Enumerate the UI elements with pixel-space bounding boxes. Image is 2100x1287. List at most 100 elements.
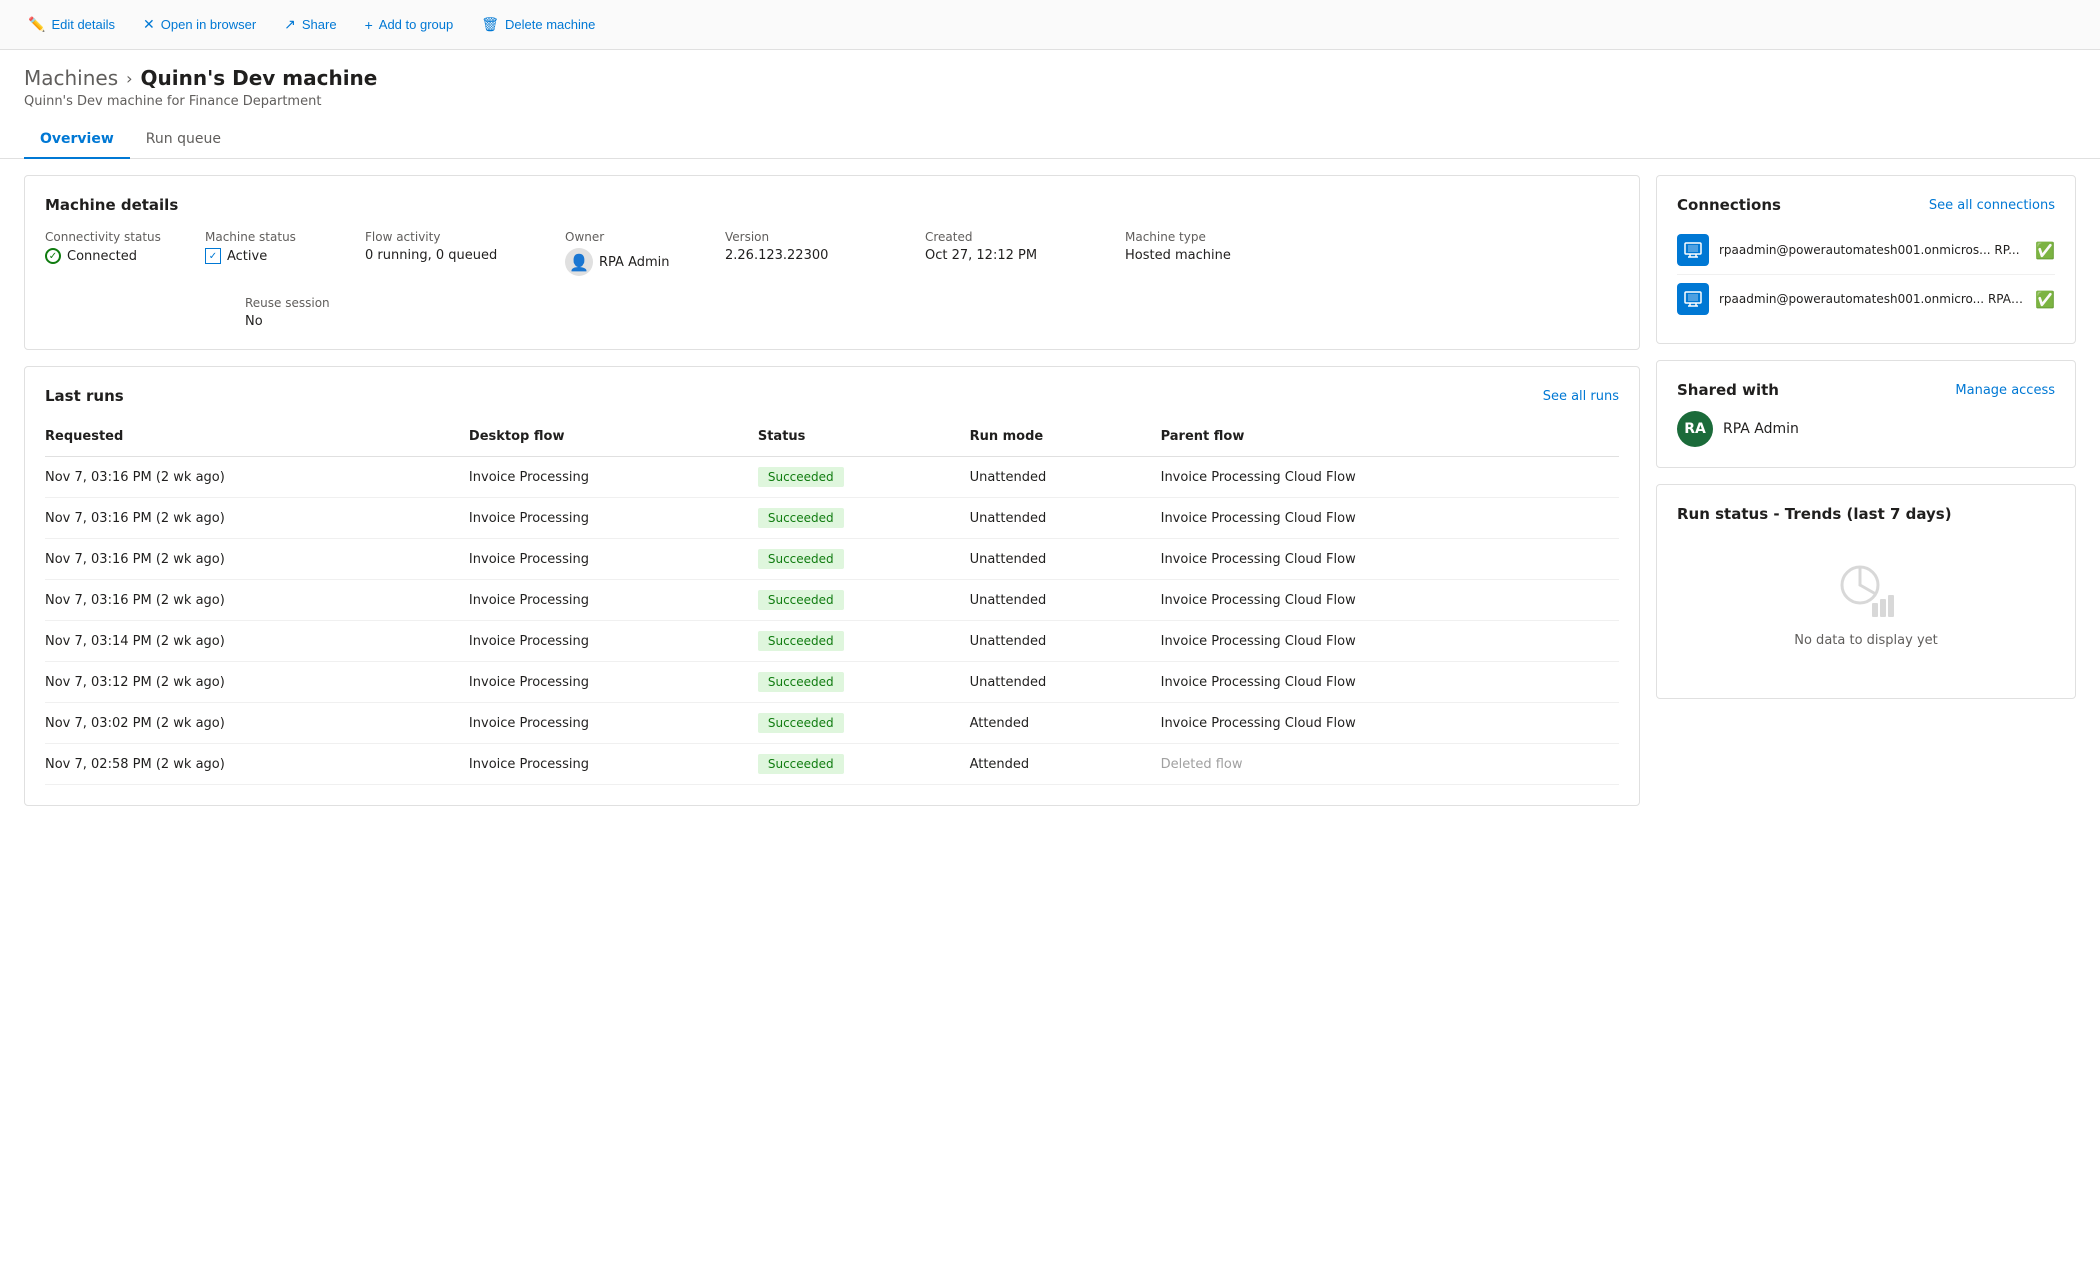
last-runs-card: Last runs See all runs Requested Desktop… (24, 366, 1640, 806)
connection-role: RPA ... (1988, 292, 2025, 306)
col-parent-flow: Parent flow (1161, 421, 1619, 457)
reuse-session-value: No (245, 314, 445, 329)
see-all-connections-link[interactable]: See all connections (1929, 198, 2055, 213)
connectivity-status-item: Connectivity status ✓ Connected (45, 230, 205, 276)
connection-icon (1677, 234, 1709, 266)
details-grid: Connectivity status ✓ Connected Machine … (45, 230, 1619, 329)
cell-parent-flow: Invoice Processing Cloud Flow (1161, 498, 1619, 539)
owner-avatar: 👤 (565, 248, 593, 276)
add-group-button[interactable]: + Add to group (353, 11, 466, 39)
trends-title: Run status - Trends (last 7 days) (1677, 505, 2055, 523)
cell-run-mode: Unattended (970, 621, 1161, 662)
machine-details-title: Machine details (45, 196, 1619, 214)
connected-icon: ✓ (45, 248, 61, 264)
version-item: Version 2.26.123.22300 (725, 230, 925, 276)
cell-run-mode: Unattended (970, 580, 1161, 621)
connection-email: rpaadmin@powerautomatesh001.onmicros... … (1719, 243, 2025, 257)
table-row[interactable]: Nov 7, 03:16 PM (2 wk ago) Invoice Proce… (45, 539, 1619, 580)
col-desktop-flow: Desktop flow (469, 421, 758, 457)
created-item: Created Oct 27, 12:12 PM (925, 230, 1125, 276)
cell-desktop-flow: Invoice Processing (469, 457, 758, 498)
connection-text: rpaadmin@powerautomatesh001.onmicro... R… (1719, 292, 2025, 306)
delete-machine-button[interactable]: 🗑 Delete machine (469, 10, 607, 39)
cell-status: Succeeded (758, 580, 970, 621)
machine-status-value: ✓ Active (205, 248, 365, 264)
tab-run-queue[interactable]: Run queue (130, 121, 237, 159)
cell-parent-flow: Invoice Processing Cloud Flow (1161, 539, 1619, 580)
table-row[interactable]: Nov 7, 03:02 PM (2 wk ago) Invoice Proce… (45, 703, 1619, 744)
breadcrumb-current: Quinn's Dev machine (141, 66, 378, 90)
left-column: Machine details Connectivity status ✓ Co… (24, 175, 1640, 806)
machine-details-card: Machine details Connectivity status ✓ Co… (24, 175, 1640, 350)
status-badge: Succeeded (758, 508, 844, 528)
shared-with-card: Shared with Manage access RA RPA Admin (1656, 360, 2076, 468)
table-header-row: Requested Desktop flow Status Run mode P… (45, 421, 1619, 457)
tab-overview[interactable]: Overview (24, 121, 130, 159)
connection-item: rpaadmin@powerautomatesh001.onmicros... … (1677, 226, 2055, 275)
cell-requested: Nov 7, 03:16 PM (2 wk ago) (45, 539, 469, 580)
connections-header: Connections See all connections (1677, 196, 2055, 214)
edit-icon: ✏️ (28, 16, 45, 33)
table-row[interactable]: Nov 7, 03:16 PM (2 wk ago) Invoice Proce… (45, 580, 1619, 621)
flow-activity-value: 0 running, 0 queued (365, 248, 565, 263)
owner-item: Owner 👤 RPA Admin (565, 230, 725, 276)
cell-status: Succeeded (758, 498, 970, 539)
status-badge: Succeeded (758, 467, 844, 487)
cell-run-mode: Unattended (970, 457, 1161, 498)
connection-text: rpaadmin@powerautomatesh001.onmicros... … (1719, 243, 2025, 257)
cell-desktop-flow: Invoice Processing (469, 744, 758, 785)
machine-status-item: Machine status ✓ Active (205, 230, 365, 276)
cell-status: Succeeded (758, 539, 970, 580)
flow-activity-label: Flow activity (365, 230, 565, 244)
cell-requested: Nov 7, 02:58 PM (2 wk ago) (45, 744, 469, 785)
owner-value: 👤 RPA Admin (565, 248, 725, 276)
cell-desktop-flow: Invoice Processing (469, 498, 758, 539)
cell-requested: Nov 7, 03:02 PM (2 wk ago) (45, 703, 469, 744)
add-icon: + (365, 17, 373, 33)
cell-status: Succeeded (758, 457, 970, 498)
cell-run-mode: Attended (970, 703, 1161, 744)
cell-status: Succeeded (758, 744, 970, 785)
connection-status-icon: ✅ (2035, 241, 2055, 260)
table-row[interactable]: Nov 7, 03:14 PM (2 wk ago) Invoice Proce… (45, 621, 1619, 662)
breadcrumb-parent: Machines (24, 66, 118, 90)
owner-label: Owner (565, 230, 725, 244)
delete-icon: 🗑 (481, 16, 499, 33)
see-all-runs-link[interactable]: See all runs (1543, 389, 1619, 404)
cell-run-mode: Unattended (970, 662, 1161, 703)
last-runs-header: Last runs See all runs (45, 387, 1619, 405)
owner-avatar-icon: 👤 (569, 253, 589, 272)
col-requested: Requested (45, 421, 469, 457)
table-row[interactable]: Nov 7, 03:12 PM (2 wk ago) Invoice Proce… (45, 662, 1619, 703)
reuse-session-item: Reuse session No (245, 296, 445, 329)
no-data-container: No data to display yet (1677, 531, 2055, 678)
toolbar: ✏️ Edit details ✕ Open in browser ↗ Shar… (0, 0, 2100, 50)
open-browser-button[interactable]: ✕ Open in browser (131, 10, 268, 39)
edit-details-button[interactable]: ✏️ Edit details (16, 10, 127, 39)
table-row[interactable]: Nov 7, 03:16 PM (2 wk ago) Invoice Proce… (45, 457, 1619, 498)
table-row[interactable]: Nov 7, 03:16 PM (2 wk ago) Invoice Proce… (45, 498, 1619, 539)
user-name: RPA Admin (1723, 421, 1799, 437)
cell-requested: Nov 7, 03:16 PM (2 wk ago) (45, 498, 469, 539)
manage-access-link[interactable]: Manage access (1955, 383, 2055, 398)
share-button[interactable]: ↗ Share (272, 10, 348, 39)
share-icon: ↗ (284, 16, 296, 33)
created-label: Created (925, 230, 1125, 244)
cell-parent-flow: Invoice Processing Cloud Flow (1161, 703, 1619, 744)
cell-desktop-flow: Invoice Processing (469, 539, 758, 580)
machine-type-item: Machine type Hosted machine (1125, 230, 1285, 276)
cell-requested: Nov 7, 03:12 PM (2 wk ago) (45, 662, 469, 703)
table-row[interactable]: Nov 7, 02:58 PM (2 wk ago) Invoice Proce… (45, 744, 1619, 785)
shared-users-list: RA RPA Admin (1677, 411, 2055, 447)
page-header: Machines › Quinn's Dev machine Quinn's D… (0, 50, 2100, 109)
col-run-mode: Run mode (970, 421, 1161, 457)
breadcrumb: Machines › Quinn's Dev machine (24, 66, 2076, 90)
cell-parent-flow: Deleted flow (1161, 744, 1619, 785)
connections-card: Connections See all connections rpaadmin… (1656, 175, 2076, 344)
connection-role: RP... (1994, 243, 2019, 257)
cell-parent-flow: Invoice Processing Cloud Flow (1161, 621, 1619, 662)
breadcrumb-separator: › (126, 69, 132, 88)
cell-run-mode: Unattended (970, 498, 1161, 539)
cell-desktop-flow: Invoice Processing (469, 580, 758, 621)
status-badge: Succeeded (758, 672, 844, 692)
